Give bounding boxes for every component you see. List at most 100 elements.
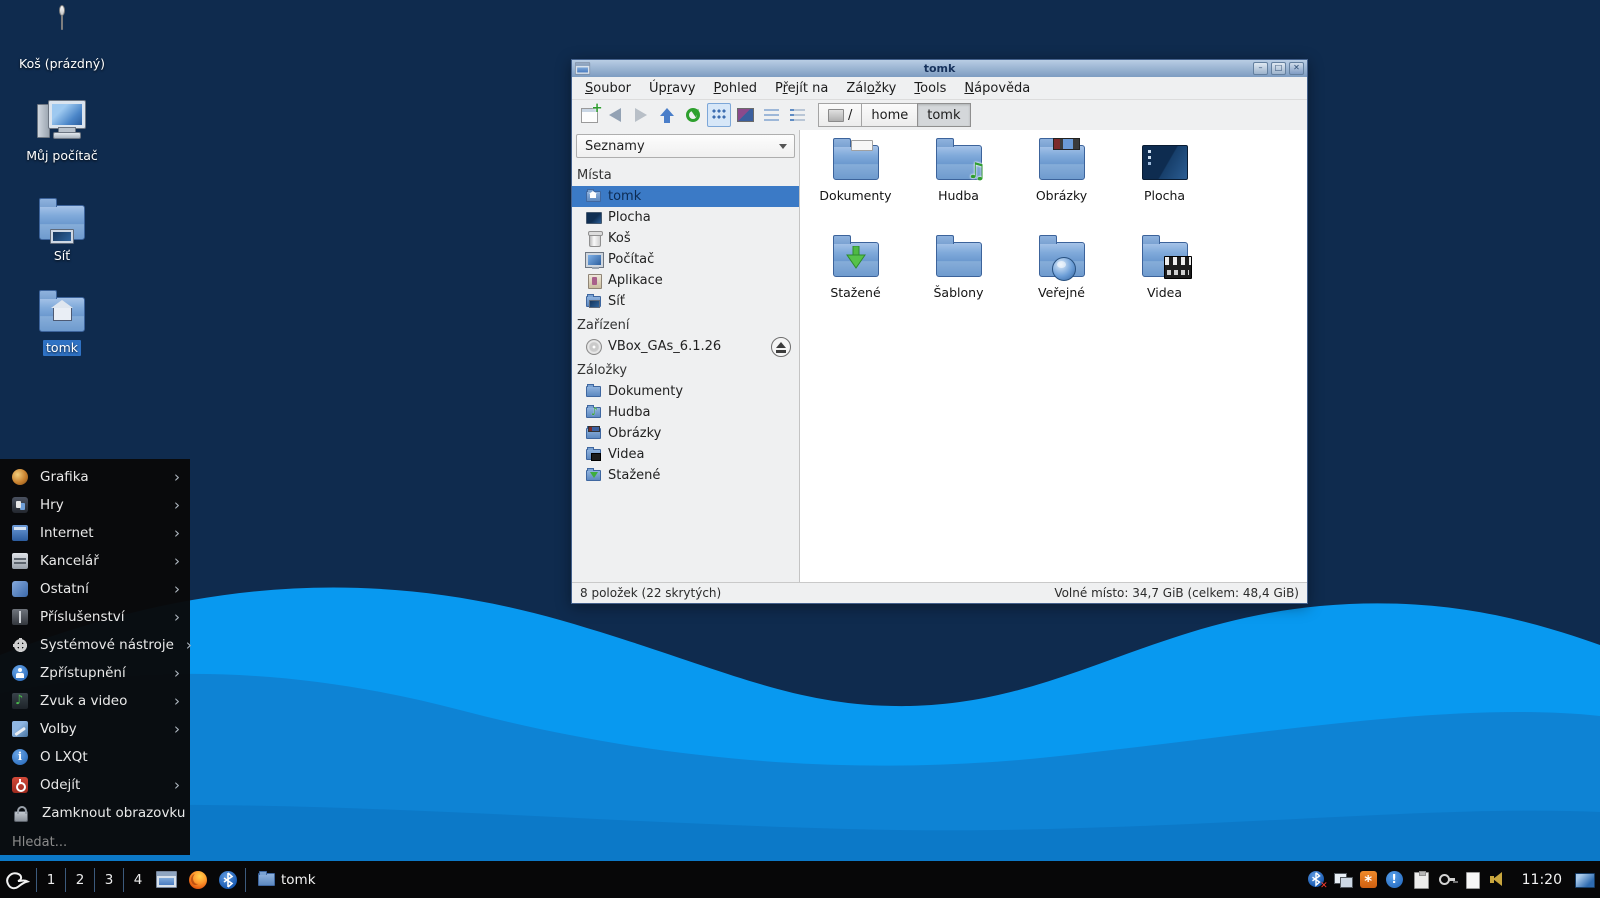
menu-item-games[interactable]: Hry › <box>0 491 190 519</box>
menu-item-lock-screen[interactable]: Zamknout obrazovku <box>0 799 190 827</box>
file-item-label: Stažené <box>830 285 881 300</box>
menu-zalozky[interactable]: Záložky <box>837 81 905 96</box>
desktop-icon-home[interactable]: tomk <box>16 288 108 356</box>
new-tab-button[interactable] <box>576 101 603 127</box>
menu-item-leave[interactable]: Odejít › <box>0 771 190 799</box>
bluetooth-disabled-icon[interactable] <box>1307 871 1328 891</box>
menu-item-graphics[interactable]: Grafika › <box>0 463 190 491</box>
notification-tray-icon[interactable] <box>1385 871 1403 888</box>
forward-button[interactable] <box>628 103 654 127</box>
sidebar-item-pocitac[interactable]: Počítač <box>572 249 799 270</box>
sidebar-item-sit[interactable]: Síť <box>572 291 799 312</box>
task-button-tomk[interactable]: tomk <box>248 861 378 898</box>
desktop-icon-computer[interactable]: Můj počítač <box>16 100 108 164</box>
back-button[interactable] <box>602 103 628 127</box>
start-menu-button[interactable] <box>0 861 34 898</box>
menu-search-input[interactable]: Hledat... <box>0 829 190 855</box>
path-home-button[interactable]: home <box>861 103 919 127</box>
clock[interactable]: 11:20 <box>1522 872 1562 888</box>
desktop-icon-network[interactable]: Síť <box>16 196 108 264</box>
menu-item-accessibility[interactable]: Zpřístupnění › <box>0 659 190 687</box>
sidebar-item-tomk[interactable]: tomk <box>572 186 799 207</box>
path-tomk-button[interactable]: tomk <box>917 103 971 127</box>
sidebar-item-obrazky[interactable]: Obrázky <box>572 423 799 444</box>
menu-item-other[interactable]: Ostatní › <box>0 575 190 603</box>
close-button[interactable]: ✕ <box>1289 62 1304 75</box>
file-item-dokumenty[interactable]: Dokumenty <box>807 136 905 233</box>
sidebar-item-label: Videa <box>608 447 645 462</box>
menu-item-preferences[interactable]: Volby › <box>0 715 190 743</box>
menu-item-system-tools[interactable]: Systémové nástroje › <box>0 631 192 659</box>
menu-item-accessories[interactable]: Příslušenství › <box>0 603 190 631</box>
up-button[interactable] <box>654 103 680 127</box>
folder-music-icon: ♫ <box>935 138 987 184</box>
sidebar-item-hudba[interactable]: ♪ Hudba <box>572 402 799 423</box>
menu-item-office[interactable]: Kancelář › <box>0 547 190 575</box>
thumbnail-view-button[interactable] <box>733 103 757 127</box>
notes-tray-icon[interactable] <box>1464 871 1481 889</box>
sidebar-item-kos[interactable]: Koš <box>572 228 799 249</box>
computer-icon <box>585 252 604 269</box>
quick-launch-firefox[interactable] <box>189 870 207 889</box>
menu-item-about-lxqt[interactable]: O LXQt <box>0 743 190 771</box>
sidebar-item-aplikace[interactable]: Aplikace <box>572 270 799 291</box>
quick-launch-bluetooth[interactable] <box>219 870 237 889</box>
lock-screen-icon <box>14 805 28 822</box>
sidebar-item-label: Dokumenty <box>608 384 684 399</box>
file-manager-window: tomk – □ ✕ Soubor Úpravy Pohled Přejít n… <box>571 59 1308 604</box>
file-item-verejne[interactable]: Veřejné <box>1013 233 1111 330</box>
sidebar-item-videa[interactable]: Videa <box>572 444 799 465</box>
sidebar-item-label: tomk <box>608 189 642 204</box>
menu-tools[interactable]: Tools <box>905 81 955 96</box>
menu-upravy[interactable]: Úpravy <box>640 81 705 96</box>
icon-view-button[interactable] <box>707 103 731 127</box>
file-item-sablony[interactable]: Šablony <box>910 233 1008 330</box>
path-root-button[interactable]: / <box>818 103 863 127</box>
menu-napoveda[interactable]: Nápověda <box>955 81 1039 96</box>
menu-item-multimedia[interactable]: Zvuk a video › <box>0 687 190 715</box>
file-item-obrazky[interactable]: Obrázky <box>1013 136 1111 233</box>
workspace-button-4[interactable]: 4 <box>126 872 150 888</box>
icon-view-icon <box>712 109 726 121</box>
home-folder-icon <box>39 290 85 332</box>
updates-tray-icon[interactable] <box>1359 871 1377 890</box>
sidebar-item-dokumenty[interactable]: Dokumenty <box>572 381 799 402</box>
show-desktop-icon[interactable] <box>1575 871 1595 888</box>
clipboard-tray-icon[interactable] <box>1412 871 1429 889</box>
menu-pohled[interactable]: Pohled <box>705 81 766 96</box>
applications-icon <box>586 273 602 289</box>
menu-prejit-na[interactable]: Přejít na <box>766 81 837 96</box>
file-item-plocha[interactable]: Plocha <box>1116 136 1214 233</box>
quick-launch-file-manager[interactable] <box>156 871 177 888</box>
menu-item-label: Ostatní <box>40 581 89 597</box>
sidebar-item-stazene[interactable]: Stažené <box>572 465 799 486</box>
sidebar-item-plocha[interactable]: Plocha <box>572 207 799 228</box>
chevron-right-icon: › <box>174 663 180 682</box>
network-tray-icon[interactable] <box>1333 871 1353 888</box>
menu-item-label: Zpřístupnění <box>40 665 126 681</box>
file-item-stazene[interactable]: Stažené <box>807 233 905 330</box>
sidebar-view-select[interactable]: Seznamy <box>576 134 795 158</box>
workspace-button-2[interactable]: 2 <box>68 872 92 888</box>
workspace-button-3[interactable]: 3 <box>97 872 121 888</box>
volume-tray-icon[interactable] <box>1489 871 1507 888</box>
games-icon <box>12 497 28 513</box>
network-icon <box>586 294 601 309</box>
file-item-hudba[interactable]: ♫ Hudba <box>910 136 1008 233</box>
menu-soubor[interactable]: Soubor <box>576 81 640 96</box>
desktop-icon-trash[interactable]: Koš (prázdný) <box>16 9 108 72</box>
detailed-view-button[interactable] <box>785 103 809 127</box>
menu-item-label: O LXQt <box>40 749 88 765</box>
eject-button[interactable] <box>771 337 791 357</box>
minimize-button[interactable]: – <box>1253 62 1268 75</box>
maximize-button[interactable]: □ <box>1271 62 1286 75</box>
sidebar-item-vbox-gas[interactable]: VBox_GAs_6.1.26 <box>572 336 799 357</box>
refresh-button[interactable] <box>680 103 706 127</box>
file-view[interactable]: Dokumenty ♫ Hudba Obrázky Plocha Stažené… <box>800 130 1307 583</box>
key-tray-icon[interactable] <box>1438 871 1455 888</box>
workspace-button-1[interactable]: 1 <box>39 872 63 888</box>
menu-item-internet[interactable]: Internet › <box>0 519 190 547</box>
titlebar[interactable]: tomk – □ ✕ <box>572 60 1307 77</box>
compact-view-button[interactable] <box>759 103 783 127</box>
file-item-videa[interactable]: Videa <box>1116 233 1214 330</box>
